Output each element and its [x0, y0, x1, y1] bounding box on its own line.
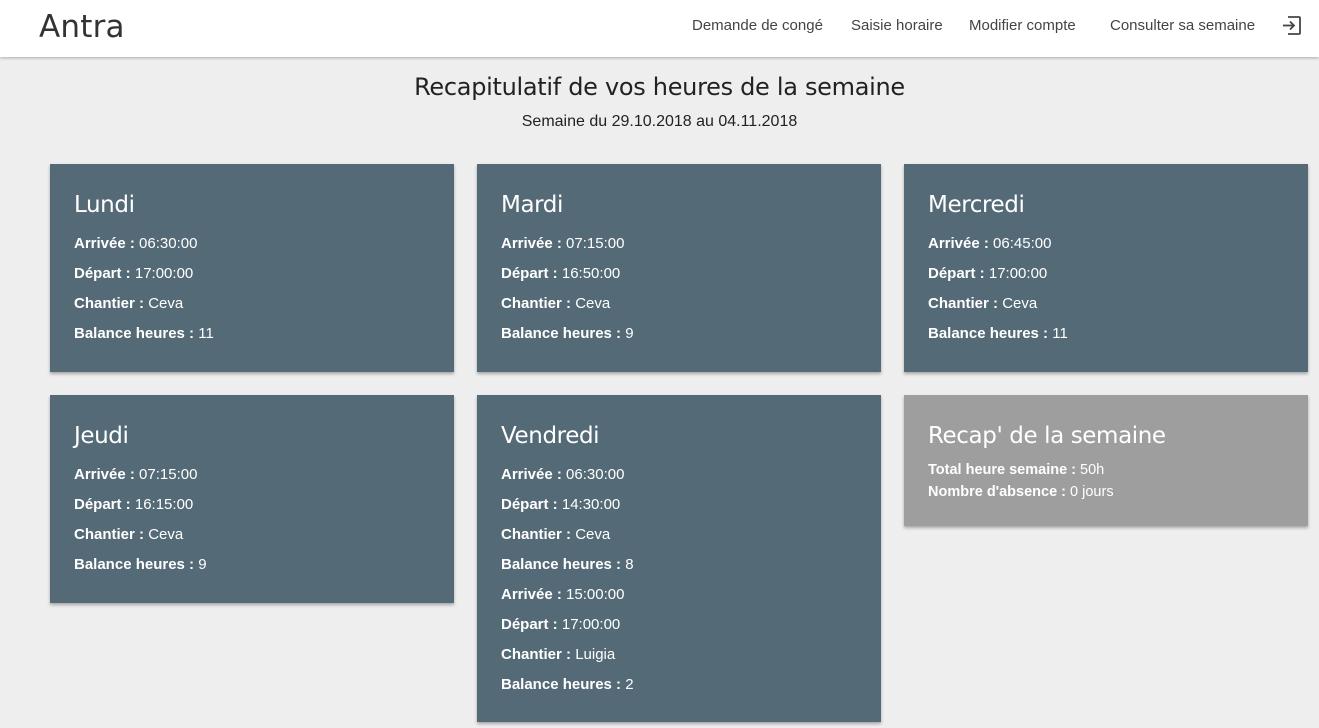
nav-modifier-compte[interactable]: Modifier compte — [969, 17, 1076, 34]
arrivee-row: Arrivée : 07:15:00 — [501, 235, 625, 252]
week-recap-card: Recap' de la semaine Total heure semaine… — [904, 395, 1308, 526]
arrivee-row: Arrivée : 06:30:00 — [501, 466, 625, 483]
arrivee-row: Arrivée : 06:45:00 — [928, 235, 1052, 252]
day-card-jeudi: Jeudi Arrivée : 07:15:00 Départ : 16:15:… — [50, 395, 454, 603]
chantier-row: Chantier : Ceva — [501, 526, 611, 543]
day-title: Vendredi — [501, 423, 600, 449]
page-subtitle: Semaine du 29.10.2018 au 04.11.2018 — [521, 113, 798, 130]
total-hours-row: Total heure semaine : 50h — [928, 462, 1105, 478]
depart-row: Départ : 17:00:00 — [928, 265, 1048, 282]
chantier-row: Chantier : Ceva — [74, 526, 184, 543]
balance-row: Balance heures : 8 — [501, 556, 634, 573]
nav-demande-conge[interactable]: Demande de congé — [692, 17, 823, 34]
balance-row: Balance heures : 2 — [501, 676, 634, 693]
depart-row: Départ : 16:15:00 — [74, 496, 194, 513]
depart-row: Départ : 16:50:00 — [501, 265, 621, 282]
chantier-row: Chantier : Ceva — [928, 295, 1038, 312]
arrivee-row: Arrivée : 06:30:00 — [74, 235, 198, 252]
day-card-vendredi: Vendredi Arrivée : 06:30:00 Départ : 14:… — [477, 395, 881, 722]
day-card-mardi: Mardi Arrivée : 07:15:00 Départ : 16:50:… — [477, 164, 881, 372]
chantier-row: Chantier : Ceva — [74, 295, 184, 312]
arrivee-row: Arrivée : 15:00:00 — [501, 586, 625, 603]
day-title: Mardi — [501, 192, 563, 218]
chantier-row: Chantier : Luigia — [501, 646, 616, 663]
depart-row: Départ : 14:30:00 — [501, 496, 621, 513]
balance-row: Balance heures : 9 — [501, 325, 634, 342]
balance-row: Balance heures : 9 — [74, 556, 207, 573]
arrivee-row: Arrivée : 07:15:00 — [74, 466, 198, 483]
chantier-row: Chantier : Ceva — [501, 295, 611, 312]
day-card-lundi: Lundi Arrivée : 06:30:00 Départ : 17:00:… — [50, 164, 454, 372]
balance-row: Balance heures : 11 — [74, 325, 214, 342]
day-title: Lundi — [74, 192, 135, 218]
day-title: Mercredi — [928, 192, 1025, 218]
top-navbar: Antra Demande de congé Saisie horaire Mo… — [0, 0, 1319, 57]
day-title: Jeudi — [74, 423, 129, 449]
day-card-mercredi: Mercredi Arrivée : 06:45:00 Départ : 17:… — [904, 164, 1308, 372]
brand-logo[interactable]: Antra — [39, 9, 125, 45]
depart-row: Départ : 17:00:00 — [501, 616, 621, 633]
nav-saisie-horaire[interactable]: Saisie horaire — [851, 17, 943, 34]
nav-consulter-semaine[interactable]: Consulter sa semaine — [1110, 17, 1255, 34]
depart-row: Départ : 17:00:00 — [74, 265, 194, 282]
page-title: Recapitulatif de vos heures de la semain… — [414, 73, 905, 101]
logout-icon[interactable] — [1281, 15, 1302, 36]
absence-row: Nombre d'absence : 0 jours — [928, 484, 1114, 500]
recap-title: Recap' de la semaine — [928, 423, 1166, 449]
balance-row: Balance heures : 11 — [928, 325, 1068, 342]
